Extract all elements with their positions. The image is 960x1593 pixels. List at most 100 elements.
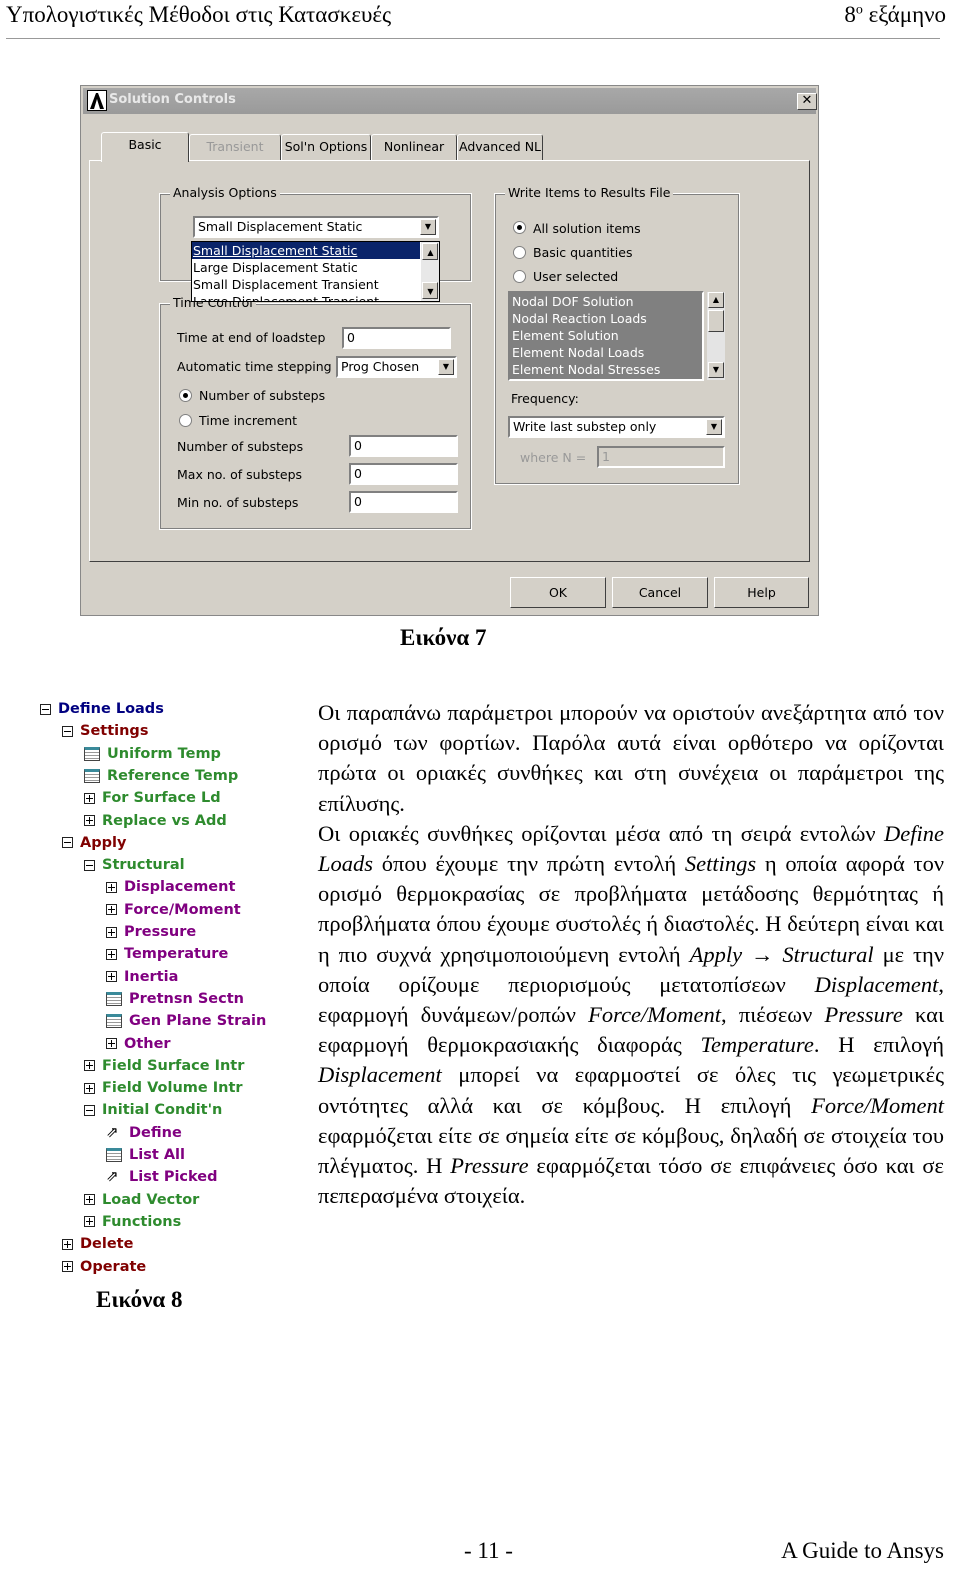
tree-node[interactable]: Field Volume Intr	[84, 1077, 243, 1099]
max-substeps-input[interactable]: 0	[349, 463, 458, 485]
tree-node[interactable]: Operate	[62, 1256, 146, 1278]
list-item[interactable]: Element Solution	[510, 327, 702, 344]
tree-node[interactable]: Structural	[84, 854, 185, 876]
tree-node[interactable]: ⇗ Define	[106, 1122, 182, 1144]
where-n-input[interactable]: 1	[597, 446, 725, 468]
dropdown-option[interactable]: Small Displacement Transient	[192, 276, 439, 293]
radio-basic-quantities[interactable]	[513, 246, 526, 259]
auto-stepping-label: Automatic time stepping	[177, 359, 332, 374]
text-run: →	[742, 941, 783, 967]
expand-icon[interactable]	[106, 1038, 117, 1049]
tree-node[interactable]: Other	[106, 1033, 171, 1055]
radio-number-of-substeps[interactable]	[179, 389, 192, 402]
scroll-down-icon[interactable]: ▼	[708, 362, 724, 378]
list-item[interactable]: Nodal Reaction Loads	[510, 310, 702, 327]
collapse-icon[interactable]	[40, 703, 51, 715]
tab-soln-options[interactable]: Sol'n Options	[281, 134, 371, 161]
scroll-thumb[interactable]	[708, 310, 724, 332]
expand-icon[interactable]	[84, 792, 95, 804]
expand-icon[interactable]	[84, 1216, 95, 1228]
frequency-combo[interactable]: Write last substep only ▼	[508, 416, 725, 438]
chevron-down-icon[interactable]: ▼	[438, 359, 454, 375]
tree-node[interactable]: Define Loads	[40, 698, 164, 720]
tree-node[interactable]: Field Surface Intr	[84, 1055, 244, 1077]
tree-node[interactable]: Settings	[62, 720, 148, 742]
scroll-up-icon[interactable]: ▲	[422, 243, 438, 260]
expand-icon[interactable]	[62, 1238, 73, 1250]
paragraph: Οι παραπάνω παράμετροι μπορούν να οριστο…	[318, 698, 944, 819]
dropdown-scrollbar[interactable]: ▲ ▼	[421, 242, 439, 301]
tree-node[interactable]: Displacement	[106, 876, 235, 898]
listbox-scrollbar[interactable]: ▲ ▼	[707, 292, 725, 380]
auto-stepping-combo[interactable]: Prog Chosen ▼	[336, 356, 457, 378]
solution-controls-dialog: Solution Controls ✕ Basic Transient Sol'…	[80, 85, 819, 616]
tree-node[interactable]: For Surface Ld	[84, 787, 221, 809]
collapse-icon[interactable]	[62, 837, 73, 849]
expand-icon[interactable]	[84, 1194, 95, 1206]
expand-icon[interactable]	[62, 1261, 73, 1272]
tree-node-label: For Surface Ld	[102, 790, 221, 807]
expand-icon[interactable]	[106, 926, 117, 938]
tab-nonlinear[interactable]: Nonlinear	[371, 134, 457, 161]
tree-node[interactable]: Delete	[62, 1233, 133, 1255]
expand-icon[interactable]	[106, 881, 117, 893]
expand-icon[interactable]	[84, 1082, 95, 1094]
tree-node[interactable]: Pretnsn Sectn	[106, 988, 244, 1010]
tree-node[interactable]: Pressure	[106, 921, 196, 943]
tree-node[interactable]: Reference Temp	[84, 765, 238, 787]
tab-transient[interactable]: Transient	[189, 134, 281, 161]
tree-node[interactable]: Replace vs Add	[84, 810, 227, 832]
list-item[interactable]: Element Nodal Stresses	[510, 361, 702, 378]
expand-icon[interactable]	[106, 904, 117, 916]
tree-node[interactable]: Apply	[62, 832, 126, 854]
dropdown-option[interactable]: Small Displacement Static	[192, 242, 420, 259]
collapse-icon[interactable]	[62, 725, 73, 737]
text-run: όπου έχουμε την πρώτη εντολή	[373, 851, 685, 877]
chevron-down-icon[interactable]: ▼	[706, 419, 722, 435]
list-item[interactable]: Nodal DOF Solution	[510, 293, 702, 310]
tree-node[interactable]: Functions	[84, 1211, 181, 1233]
dropdown-option[interactable]: Large Displacement Transient	[192, 293, 439, 301]
cancel-button[interactable]: Cancel	[612, 577, 708, 608]
radio-time-increment[interactable]	[179, 414, 192, 427]
num-substeps-input[interactable]: 0	[349, 435, 458, 457]
tree-node-label: Settings	[80, 723, 149, 740]
collapse-icon[interactable]	[84, 859, 95, 871]
min-substeps-input[interactable]: 0	[349, 491, 458, 513]
radio-label: Number of substeps	[199, 388, 326, 403]
tree-node[interactable]: Inertia	[106, 966, 178, 988]
analysis-type-combo[interactable]: Small Displacement Static ▼	[193, 216, 439, 238]
close-button[interactable]: ✕	[797, 93, 817, 110]
tree-node[interactable]: ⇗ List Picked	[106, 1166, 217, 1188]
tree-node[interactable]: List All	[106, 1144, 185, 1166]
expand-icon[interactable]	[106, 948, 117, 960]
collapse-icon[interactable]	[84, 1104, 95, 1116]
time-end-input[interactable]: 0	[342, 327, 451, 349]
tab-advanced-nl[interactable]: Advanced NL	[457, 134, 543, 161]
tree-node[interactable]: Uniform Temp	[84, 743, 221, 765]
expand-icon[interactable]	[84, 1060, 95, 1072]
chevron-down-icon[interactable]: ▼	[420, 219, 436, 235]
tree-node-label: List Picked	[129, 1169, 218, 1186]
radio-all-solution-items[interactable]	[513, 221, 526, 234]
radio-user-selected[interactable]	[513, 270, 526, 283]
expand-icon[interactable]	[84, 815, 95, 826]
tree-node[interactable]: Temperature	[106, 943, 228, 965]
header-rule	[6, 38, 940, 39]
tree-node[interactable]: Gen Plane Strain	[106, 1010, 266, 1032]
tree-node[interactable]: Initial Condit'n	[84, 1099, 222, 1121]
results-items-listbox[interactable]: Nodal DOF Solution Nodal Reaction Loads …	[508, 291, 704, 381]
command-name: Force/Moment	[588, 1002, 722, 1028]
help-button[interactable]: Help	[714, 577, 809, 608]
dropdown-option[interactable]: Large Displacement Static	[192, 259, 439, 276]
tree-node[interactable]: Load Vector	[84, 1189, 199, 1211]
ok-button[interactable]: OK	[510, 577, 606, 608]
tree-node[interactable]: Force/Moment	[106, 899, 241, 921]
scroll-up-icon[interactable]: ▲	[708, 292, 724, 308]
tab-basic[interactable]: Basic	[101, 132, 189, 162]
scroll-down-icon[interactable]: ▼	[422, 282, 438, 299]
expand-icon[interactable]	[106, 971, 117, 983]
tree-node-label: Initial Condit'n	[102, 1102, 223, 1119]
dialog-title: Solution Controls	[109, 92, 236, 107]
list-item[interactable]: Element Nodal Loads	[510, 344, 702, 361]
